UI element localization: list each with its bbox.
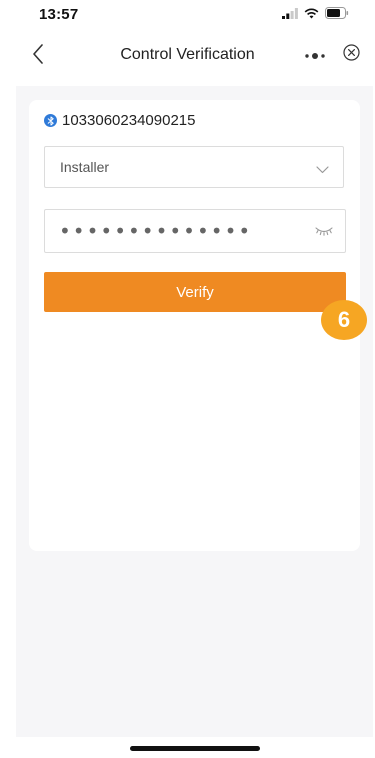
more-dots-icon: [304, 47, 326, 65]
verify-button[interactable]: Verify: [44, 272, 346, 312]
role-select-value: Installer: [60, 159, 110, 175]
password-input[interactable]: [59, 219, 299, 243]
device-row: 1033060234090215: [44, 112, 195, 129]
cellular-signal-icon: [282, 6, 298, 24]
status-time: 13:57: [39, 6, 79, 23]
bluetooth-icon: [44, 114, 57, 127]
chevron-down-icon: [316, 161, 329, 179]
device-id: 1033060234090215: [62, 112, 196, 129]
status-icons: [282, 6, 349, 24]
nav-bar: Control Verification: [0, 34, 375, 78]
battery-icon: [325, 6, 349, 24]
wifi-icon: [304, 6, 319, 24]
status-bar: 13:57: [0, 0, 375, 34]
home-indicator[interactable]: [130, 746, 260, 751]
password-field[interactable]: [44, 209, 346, 253]
close-button[interactable]: [339, 43, 363, 67]
eye-closed-icon[interactable]: [315, 224, 333, 242]
close-circle-icon: [342, 44, 360, 66]
step-badge: 6: [321, 300, 367, 340]
more-options-button[interactable]: [302, 44, 328, 68]
role-select[interactable]: Installer: [44, 146, 344, 188]
verification-card: 1033060234090215 Installer Verify: [29, 100, 360, 551]
